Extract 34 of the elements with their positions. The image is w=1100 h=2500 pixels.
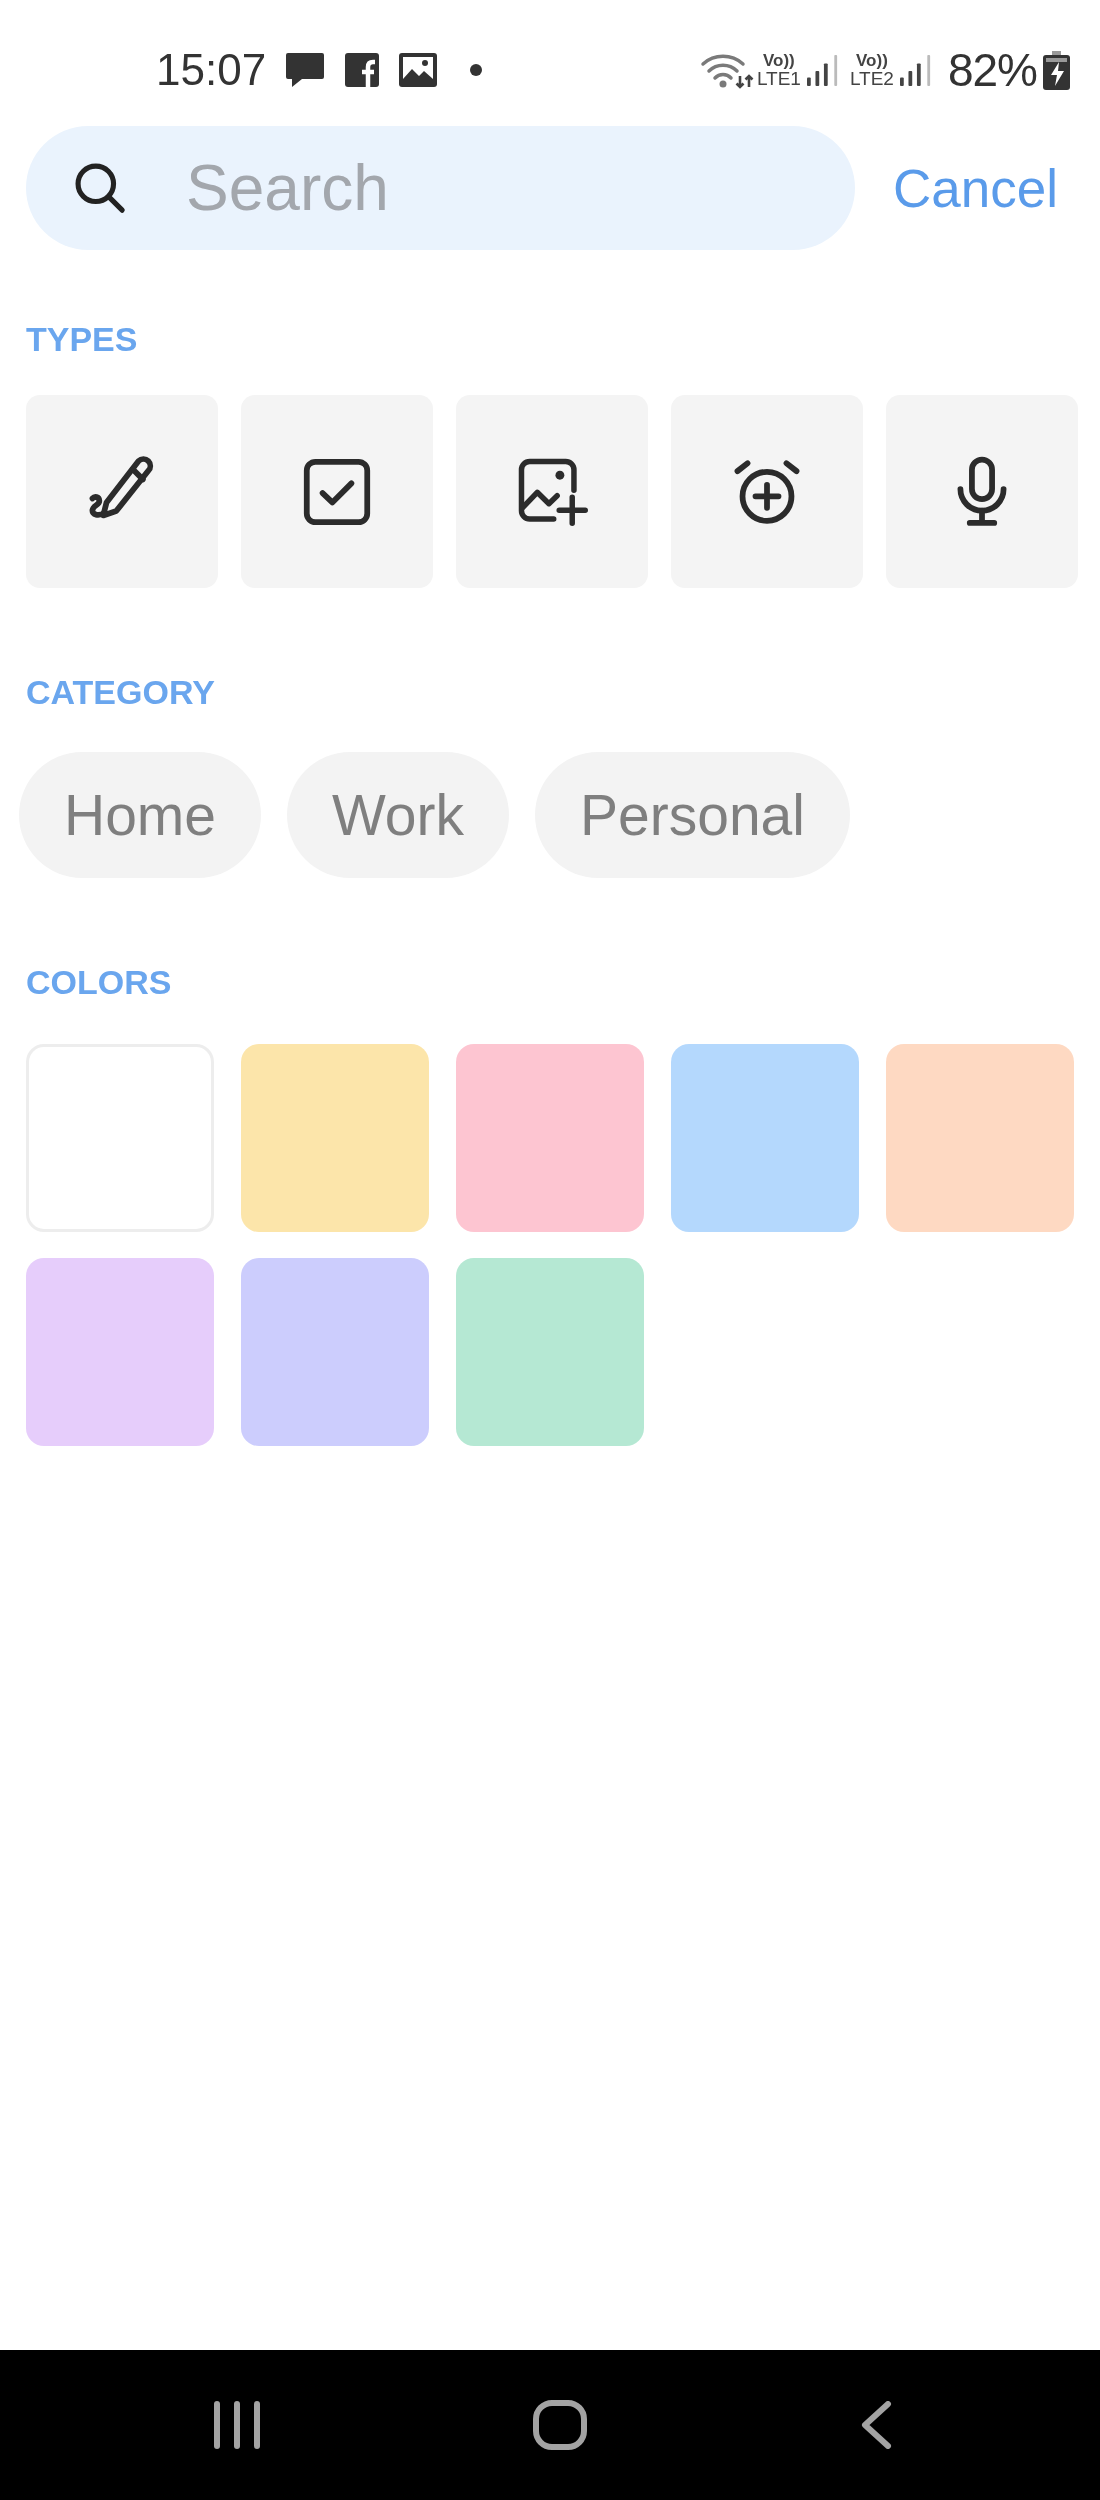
home-icon[interactable] [533, 2400, 587, 2450]
section-title: CATEGORY [26, 672, 215, 712]
section-title: COLORS [26, 962, 172, 1002]
signal-icon [806, 53, 839, 87]
note-type-button[interactable] [886, 395, 1078, 588]
sim-network-label: Vo)) LTE1 [756, 52, 801, 88]
category-chip[interactable]: Personal [535, 752, 850, 878]
back-icon[interactable] [860, 2401, 892, 2449]
recent-apps-icon[interactable] [214, 2401, 260, 2449]
dot-icon [470, 64, 483, 76]
battery-percentage: 82% [947, 47, 1037, 93]
cancel-button[interactable]: Cancel [893, 161, 1058, 215]
search-field[interactable]: Search [26, 126, 855, 250]
note-type-button[interactable] [456, 395, 648, 588]
color-swatch[interactable] [671, 1044, 859, 1232]
signal-icon [899, 53, 932, 87]
section-title: TYPES [26, 319, 138, 359]
note-type-button[interactable] [671, 395, 863, 588]
app-logo-icon [345, 53, 380, 87]
color-swatch[interactable] [241, 1258, 429, 1446]
category-chip[interactable]: Work [287, 752, 509, 878]
color-swatch[interactable] [26, 1258, 214, 1446]
color-swatch[interactable] [456, 1258, 644, 1446]
category-chip[interactable]: Home [19, 752, 262, 878]
color-swatch[interactable] [886, 1044, 1074, 1232]
image-icon [399, 53, 438, 87]
battery-icon [1043, 50, 1070, 90]
color-swatch[interactable] [241, 1044, 429, 1232]
note-type-button[interactable] [241, 395, 433, 588]
note-type-button[interactable] [26, 395, 218, 588]
sim-network-label: Vo)) LTE2 [849, 52, 894, 88]
message-icon [285, 52, 326, 88]
color-swatch[interactable] [456, 1044, 644, 1232]
status-time: 15:07 [156, 48, 267, 92]
